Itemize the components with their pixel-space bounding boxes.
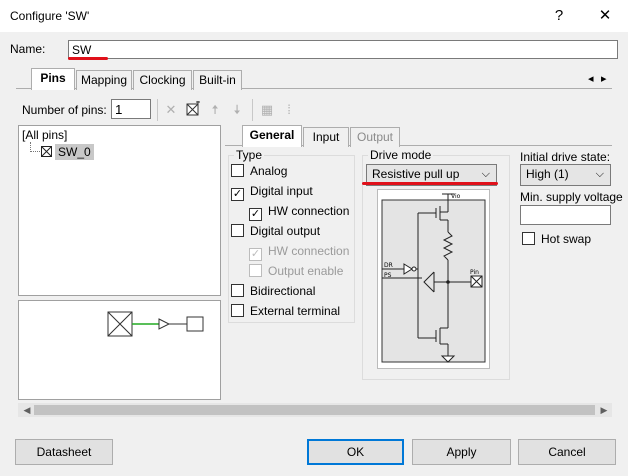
tab-mapping[interactable]: Mapping (76, 70, 132, 90)
type-bidirectional[interactable]: Bidirectional (231, 283, 315, 301)
toolbar-separator (157, 99, 158, 121)
tab-built-in[interactable]: Built-in (193, 70, 242, 90)
initial-drive-state-select[interactable]: High (1) ⌵ (520, 164, 611, 186)
input-hw-connection-checkbox[interactable]: ✓ (249, 208, 262, 221)
tab-pins[interactable]: Pins (31, 68, 75, 90)
hot-swap-option[interactable]: Hot swap (522, 231, 591, 249)
type-output-hw-connection[interactable]: ✓ HW connection (249, 243, 349, 261)
title-bar (0, 0, 628, 32)
add-pin-icon[interactable] (184, 100, 202, 119)
type-input-hw-connection[interactable]: ✓ HW connection (249, 203, 349, 221)
drive-mode-value: Resistive pull up (372, 167, 460, 181)
annotation-underline-drive-mode (362, 182, 498, 185)
drive-mode-schematic: Vio DR PS Pin (377, 189, 490, 369)
tree-root-all-pins[interactable]: [All pins] (22, 128, 67, 142)
hot-swap-checkbox[interactable] (522, 232, 535, 245)
scroll-left-icon[interactable]: ◀ (20, 403, 34, 417)
output-hw-connection-checkbox[interactable]: ✓ (249, 248, 262, 261)
bidirectional-checkbox[interactable] (231, 284, 244, 297)
type-output-enable[interactable]: Output enable (249, 263, 343, 281)
schematic-label-pin: Pin (470, 269, 479, 276)
schematic-label-dr: DR (384, 262, 393, 269)
type-digital-input[interactable]: ✓ Digital input (231, 183, 313, 201)
close-button[interactable]: ✕ (590, 4, 620, 28)
pin-preview (18, 300, 221, 400)
ok-button[interactable]: OK (307, 439, 404, 465)
tree-item-sw0[interactable]: SW_0 (55, 144, 94, 160)
initial-drive-state-label: Initial drive state: (520, 150, 611, 164)
type-group-title: Type (234, 148, 265, 162)
chevron-down-icon: ⌵ (481, 168, 490, 180)
delete-pin-icon[interactable]: ✕ (162, 101, 180, 119)
tab-output[interactable]: Output (350, 127, 400, 147)
group-pins-icon[interactable]: ▦ (258, 101, 276, 119)
cancel-button[interactable]: Cancel (518, 439, 616, 465)
digital-output-checkbox[interactable] (231, 224, 244, 237)
tab-input[interactable]: Input (303, 127, 349, 147)
initial-drive-state-value: High (1) (526, 167, 569, 181)
window-title: Configure 'SW' (10, 9, 90, 23)
min-supply-voltage-input[interactable] (520, 205, 611, 225)
tab-scroll-left-icon[interactable]: ◂ (588, 72, 594, 85)
min-supply-voltage-label: Min. supply voltage (520, 190, 623, 204)
digital-input-checkbox[interactable]: ✓ (231, 188, 244, 201)
help-button[interactable]: ? (544, 4, 574, 28)
external-terminal-checkbox[interactable] (231, 304, 244, 317)
schematic-label-ps: PS (384, 272, 392, 279)
schematic-label-vio: Vio (451, 193, 461, 200)
tab-clocking[interactable]: Clocking (133, 70, 192, 90)
scrollbar-thumb[interactable] (34, 405, 595, 415)
annotation-underline-name (68, 57, 108, 60)
pin-icon (41, 146, 52, 157)
drive-mode-label: Drive mode (368, 148, 434, 162)
number-of-pins-input[interactable] (111, 99, 151, 119)
toolbar-separator-2 (252, 99, 253, 121)
tree-connector (30, 142, 40, 152)
move-up-icon[interactable]: 🠅 (206, 101, 224, 119)
type-analog[interactable]: Analog (231, 163, 287, 181)
move-down-icon[interactable]: 🠇 (228, 101, 246, 119)
apply-button[interactable]: Apply (412, 439, 511, 465)
ungroup-pins-icon[interactable]: ⁞ (280, 101, 298, 119)
scroll-right-icon[interactable]: ▶ (597, 403, 611, 417)
tab-scroll-right-icon[interactable]: ▸ (601, 72, 607, 85)
type-external-terminal[interactable]: External terminal (231, 303, 340, 321)
output-enable-checkbox[interactable] (249, 264, 262, 277)
name-input[interactable] (68, 40, 618, 59)
analog-checkbox[interactable] (231, 164, 244, 177)
chevron-down-icon: ⌵ (595, 168, 604, 180)
number-of-pins-label: Number of pins: (22, 103, 107, 117)
name-label: Name: (10, 42, 46, 56)
datasheet-button[interactable]: Datasheet (15, 439, 113, 465)
type-digital-output[interactable]: Digital output (231, 223, 320, 241)
tab-general[interactable]: General (242, 125, 302, 147)
